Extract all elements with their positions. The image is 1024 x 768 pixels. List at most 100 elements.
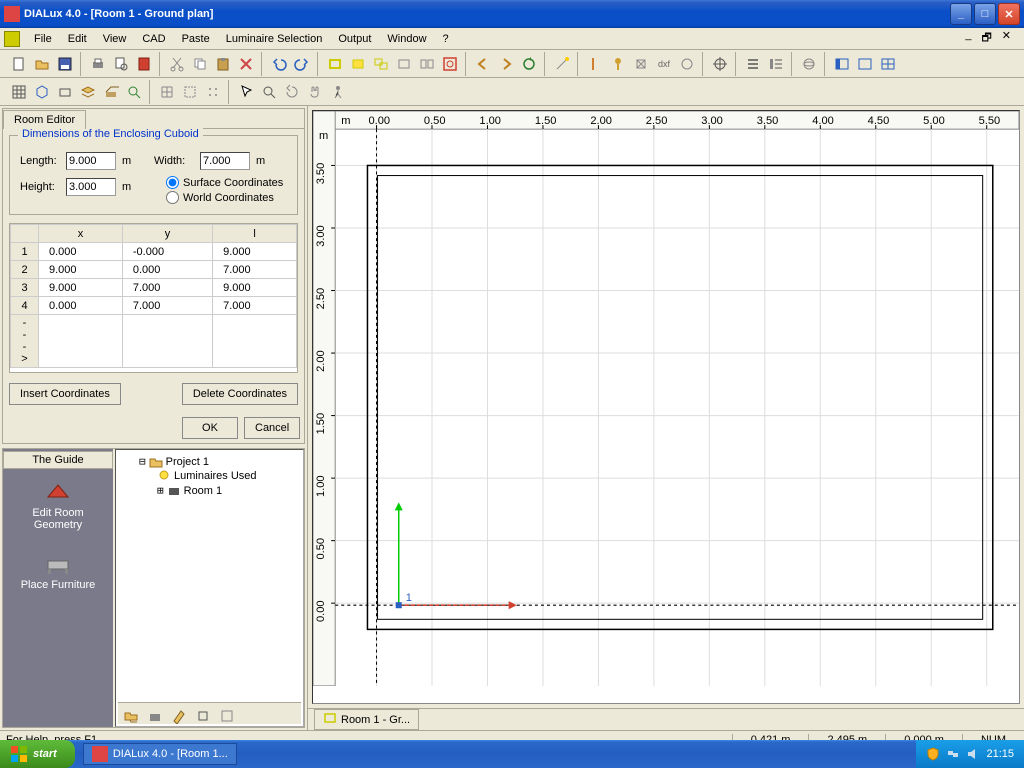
grid-snap2-icon[interactable]	[179, 81, 201, 103]
guide-edit-room[interactable]: Edit Room Geometry	[3, 469, 113, 541]
coord-table[interactable]: x y l 10.000-0.0009.000 29.0000.0007.000…	[9, 223, 298, 373]
open-icon[interactable]	[31, 53, 53, 75]
menu-view[interactable]: View	[95, 31, 135, 47]
tree-tb5-icon[interactable]	[216, 705, 238, 727]
magnify-red-icon[interactable]	[439, 53, 461, 75]
mdi-restore[interactable]: 🗗	[978, 29, 994, 48]
wand-icon[interactable]	[551, 53, 573, 75]
tree-tb1-icon[interactable]	[120, 705, 142, 727]
tree-room[interactable]: ⊞ Room 1	[154, 483, 299, 498]
globe-icon[interactable]	[798, 53, 820, 75]
rect4-icon[interactable]	[416, 53, 438, 75]
start-button[interactable]: start	[0, 740, 75, 768]
menu-edit[interactable]: Edit	[60, 31, 95, 47]
circle-icon[interactable]	[676, 53, 698, 75]
menu-paste[interactable]: Paste	[174, 31, 218, 47]
hand-icon[interactable]	[304, 81, 326, 103]
drawing-tab-room1[interactable]: Room 1 - Gr...	[314, 709, 419, 730]
width-input[interactable]	[200, 152, 250, 170]
delete-coords-button[interactable]: Delete Coordinates	[182, 383, 298, 405]
menu-output[interactable]: Output	[330, 31, 379, 47]
minimize-button[interactable]: _	[950, 3, 972, 25]
redo-icon[interactable]	[291, 53, 313, 75]
walk-icon[interactable]	[327, 81, 349, 103]
windows-logo-icon	[10, 745, 28, 763]
tool-c-icon[interactable]	[630, 53, 652, 75]
layers-icon[interactable]	[77, 81, 99, 103]
zoom-icon[interactable]	[258, 81, 280, 103]
guide-place-furniture[interactable]: Place Furniture	[3, 541, 113, 601]
close-button[interactable]: ✕	[998, 3, 1020, 25]
pdf-icon[interactable]	[133, 53, 155, 75]
tool-b-icon[interactable]	[607, 53, 629, 75]
tree-tb3-icon[interactable]	[168, 705, 190, 727]
menu-cad[interactable]: CAD	[134, 31, 173, 47]
system-tray[interactable]: 21:15	[916, 740, 1024, 768]
toolbar-2	[0, 78, 1024, 106]
view-side-icon[interactable]	[54, 81, 76, 103]
surface-coords-radio[interactable]: Surface Coordinates	[166, 176, 283, 189]
svg-text:1.00: 1.00	[479, 115, 501, 127]
cancel-button[interactable]: Cancel	[244, 417, 300, 439]
layout3-icon[interactable]	[877, 53, 899, 75]
print-icon[interactable]	[87, 53, 109, 75]
list-icon[interactable]	[742, 53, 764, 75]
layout1-icon[interactable]	[831, 53, 853, 75]
table-row: 40.0007.0007.000	[11, 297, 297, 315]
undo-icon[interactable]	[268, 53, 290, 75]
drawing-tab-strip: Room 1 - Gr...	[308, 708, 1024, 730]
furniture-icon	[42, 551, 74, 575]
copy-icon[interactable]	[189, 53, 211, 75]
save-icon[interactable]	[54, 53, 76, 75]
list2-icon[interactable]	[765, 53, 787, 75]
layers2-icon[interactable]	[100, 81, 122, 103]
menu-window[interactable]: Window	[379, 31, 434, 47]
arrow-right-icon[interactable]	[495, 53, 517, 75]
grid-icon[interactable]	[8, 81, 30, 103]
project-tree[interactable]: ⊟ Project 1 Luminaires Used ⊞ Room 1	[115, 449, 304, 727]
delete-icon[interactable]	[235, 53, 257, 75]
paste-icon[interactable]	[212, 53, 234, 75]
svg-text:0.00: 0.00	[368, 115, 390, 127]
target-icon[interactable]	[709, 53, 731, 75]
refresh-icon[interactable]	[518, 53, 540, 75]
insert-coords-button[interactable]: Insert Coordinates	[9, 383, 121, 405]
rect3-icon[interactable]	[393, 53, 415, 75]
tree-tb2-icon[interactable]	[144, 705, 166, 727]
height-input[interactable]	[66, 178, 116, 196]
rect-yellow2-icon[interactable]	[347, 53, 369, 75]
arrow-left-icon[interactable]	[472, 53, 494, 75]
new-icon[interactable]	[8, 53, 30, 75]
rects-icon[interactable]	[370, 53, 392, 75]
room-tab-icon	[323, 712, 337, 727]
menu-luminaire[interactable]: Luminaire Selection	[218, 31, 331, 47]
tree-tb4-icon[interactable]	[192, 705, 214, 727]
pointer-icon[interactable]	[235, 81, 257, 103]
tray-clock: 21:15	[986, 748, 1014, 760]
drawing-canvas[interactable]: m m 0.000.501.001.502.002.503.003.504.00…	[312, 110, 1020, 704]
rect-yellow-icon[interactable]	[324, 53, 346, 75]
layout2-icon[interactable]	[854, 53, 876, 75]
tree-luminaires[interactable]: Luminaires Used	[154, 469, 299, 483]
grid-snap3-icon[interactable]	[202, 81, 224, 103]
length-input[interactable]	[66, 152, 116, 170]
tool-a-icon[interactable]	[584, 53, 606, 75]
world-coords-radio[interactable]: World Coordinates	[166, 191, 283, 204]
print-preview-icon[interactable]	[110, 53, 132, 75]
rotate-icon[interactable]	[281, 81, 303, 103]
grid-snap-icon[interactable]	[156, 81, 178, 103]
view3d-icon[interactable]	[31, 81, 53, 103]
menu-file[interactable]: File	[26, 31, 60, 47]
dxf-icon[interactable]: dxf	[653, 53, 675, 75]
ok-button[interactable]: OK	[182, 417, 238, 439]
guide-panel: The Guide Edit Room Geometry Place Furni…	[3, 449, 113, 727]
search-green-icon[interactable]	[123, 81, 145, 103]
maximize-button[interactable]: □	[974, 3, 996, 25]
mdi-close[interactable]: ✕	[999, 29, 1014, 48]
taskbar-app-button[interactable]: DIALux 4.0 - [Room 1...	[83, 743, 237, 765]
cut-icon[interactable]	[166, 53, 188, 75]
menu-help[interactable]: ?	[435, 31, 457, 47]
room-editor-tab[interactable]: Room Editor	[3, 110, 86, 129]
tree-project[interactable]: ⊟ Project 1	[136, 454, 299, 469]
mdi-minimize[interactable]: _	[962, 29, 974, 48]
